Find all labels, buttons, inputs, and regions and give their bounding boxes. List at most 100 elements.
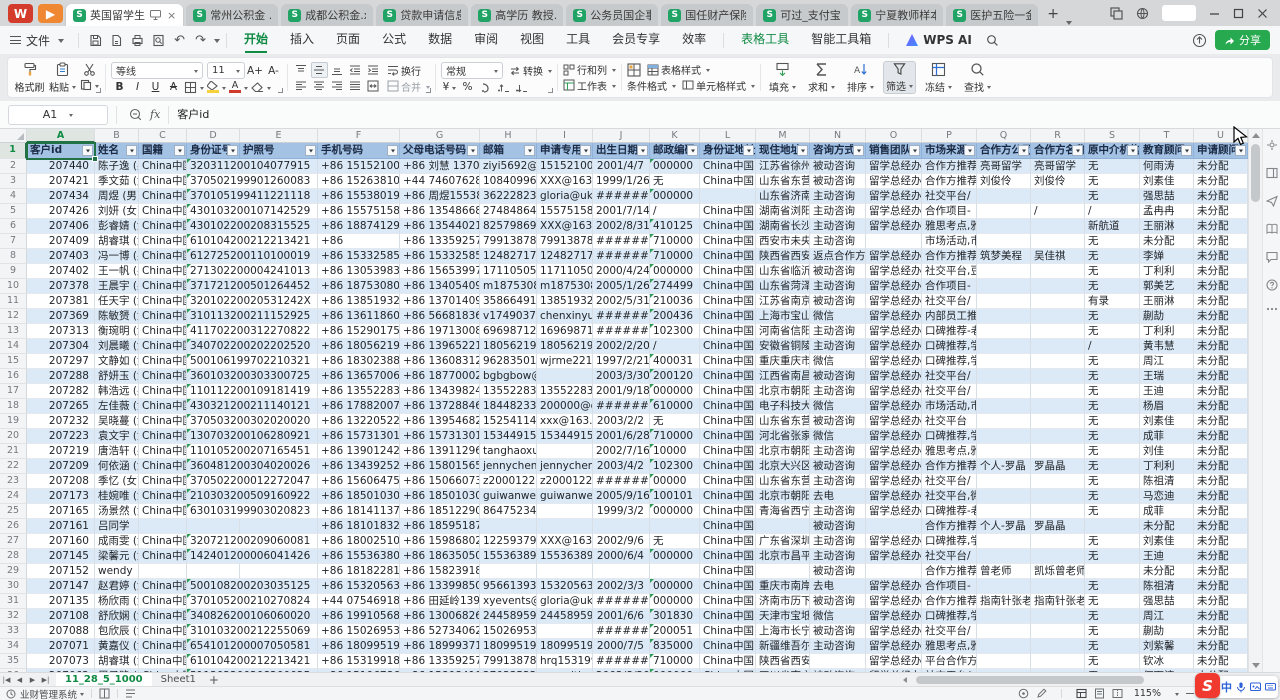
cell[interactable]: +86 13399850473 [400, 579, 480, 594]
cell[interactable]: China中国 [139, 309, 187, 324]
cell[interactable]: China中国 [139, 219, 187, 234]
cell[interactable]: China中国 [700, 594, 756, 609]
row-number[interactable]: 1 [0, 143, 27, 159]
cell[interactable]: 2001/6/28 [593, 429, 650, 444]
cell[interactable]: 陈子逸 (男 [95, 159, 139, 174]
cell[interactable]: China中国 [700, 279, 756, 294]
cell[interactable]: 未分配 [1194, 249, 1248, 264]
cell[interactable]: 无 [1085, 624, 1140, 639]
cell[interactable]: 无 [1085, 579, 1140, 594]
cell[interactable]: 留学总经办 [866, 414, 922, 429]
sidebar-chat-icon[interactable] [1266, 251, 1278, 263]
cell[interactable]: +86 13728846803 [400, 399, 480, 414]
header-cell[interactable]: 合作方名称 [1031, 143, 1085, 159]
cell[interactable]: +86 15066073863 [400, 474, 480, 489]
conditional-format-icon[interactable] [627, 63, 641, 77]
row-number[interactable]: 10 [0, 279, 27, 294]
cell[interactable] [1031, 654, 1085, 669]
cell[interactable]: 凯烁曾老师 [1031, 564, 1085, 579]
cell[interactable]: 王迪 [1140, 384, 1194, 399]
cell[interactable] [756, 564, 810, 579]
cell[interactable]: 无 [1085, 309, 1140, 324]
cell[interactable]: 留学总经办 [866, 639, 922, 654]
cell[interactable]: 汤景然 (女 [95, 504, 139, 519]
cell[interactable]: China中国 [700, 504, 756, 519]
outline-icon[interactable] [125, 688, 136, 699]
row-number[interactable]: 27 [0, 534, 27, 549]
cell[interactable]: 320311200104077915 [187, 159, 240, 174]
cell[interactable]: +86 15319918 [318, 654, 400, 669]
cell[interactable]: China中国 [139, 534, 187, 549]
cell[interactable]: 留学总经办 [866, 444, 922, 459]
font-expand-icon[interactable] [278, 88, 283, 93]
cell[interactable] [1085, 519, 1140, 534]
cell[interactable]: +86 13544021983 [400, 219, 480, 234]
cell[interactable]: 留学总经办 [866, 399, 922, 414]
row-number[interactable]: 23 [0, 474, 27, 489]
cell[interactable]: 黄嘉仪 (女 [95, 639, 139, 654]
cell[interactable]: 口碑推荐-老 [922, 324, 977, 339]
cell[interactable]: 郭美艺 [1140, 279, 1194, 294]
quick-access-caret-icon[interactable] [214, 39, 220, 46]
cell[interactable] [1031, 474, 1085, 489]
cell[interactable]: 340702200202202520 [187, 339, 240, 354]
justify-icon[interactable] [347, 78, 364, 94]
page-layout-view-icon[interactable] [1094, 688, 1105, 699]
cell[interactable]: 唐浩轩 (男 [95, 444, 139, 459]
cell[interactable]: 410125 [650, 219, 700, 234]
cell[interactable]: bgbgbow@ [480, 369, 537, 384]
cell[interactable]: China中国 [139, 159, 187, 174]
cell[interactable]: 无 [1085, 444, 1140, 459]
cell[interactable]: 蒯劼 [1140, 309, 1194, 324]
currency-button[interactable]: ¥ [441, 79, 458, 95]
cell[interactable] [977, 489, 1031, 504]
cell[interactable]: +86 56681836 [400, 309, 480, 324]
cell[interactable]: +86 13053983 [318, 264, 400, 279]
cell[interactable]: 留学总经办 [866, 204, 922, 219]
filter-dropdown-icon[interactable] [126, 145, 137, 156]
increase-font-button[interactable]: A+ [246, 63, 264, 79]
cell[interactable]: 未分配 [1194, 639, 1248, 654]
cell[interactable]: 个人-罗晶 [977, 519, 1031, 534]
cell[interactable]: 市场活动,市 [922, 234, 977, 249]
rows-columns-button[interactable]: 行和列 [563, 62, 616, 77]
cell[interactable]: 丁利利 [1140, 264, 1194, 279]
pen-mode-icon[interactable] [1036, 688, 1047, 699]
cell[interactable]: 留学总经办 [866, 489, 922, 504]
redo-icon[interactable]: ↷ [190, 30, 211, 50]
column-header-C[interactable]: C [139, 129, 187, 143]
cell[interactable]: 180995191 [537, 639, 593, 654]
cell[interactable]: 社交平台/ [922, 369, 977, 384]
row-number[interactable]: 35 [0, 654, 27, 669]
cell[interactable]: +86 18182281 [318, 564, 400, 579]
cell[interactable]: v17490376 [480, 309, 537, 324]
row-number[interactable]: 16 [0, 369, 27, 384]
sidebar-more-icon[interactable] [1266, 307, 1278, 311]
cell[interactable] [1031, 609, 1085, 624]
cell[interactable]: 社交平台/ [922, 384, 977, 399]
cell[interactable] [1031, 294, 1085, 309]
cell[interactable]: 留学总经办 [866, 384, 922, 399]
cell[interactable]: 雅思考点,雅 [922, 444, 977, 459]
cell[interactable]: 合作方推荐 [922, 249, 977, 264]
cell[interactable]: 无 [1085, 474, 1140, 489]
ribbon-action-button[interactable]: 求和 [805, 61, 838, 94]
column-header-J[interactable]: J [593, 129, 650, 143]
cell[interactable]: 留学总经办 [866, 354, 922, 369]
cell[interactable]: +86 13439824523 [400, 384, 480, 399]
cell[interactable]: 207421 [27, 174, 95, 189]
cell[interactable]: 被动咨询 [810, 624, 866, 639]
search-icon[interactable] [982, 30, 1003, 50]
cell[interactable]: 上海市长宁 [756, 624, 810, 639]
cell[interactable]: China中国 [139, 279, 187, 294]
cell[interactable] [977, 399, 1031, 414]
cell[interactable]: +86 18501030983 [400, 489, 480, 504]
cell[interactable] [1031, 534, 1085, 549]
cell[interactable]: 200120 [650, 369, 700, 384]
cell[interactable]: 无 [1085, 429, 1140, 444]
cell[interactable]: 未分配 [1194, 474, 1248, 489]
cell[interactable]: +86 18101832 [318, 519, 400, 534]
decrease-font-button[interactable]: A- [265, 63, 282, 79]
menu-tab-会员专享[interactable]: 会员专享 [601, 26, 671, 54]
cell[interactable]: 17110505 [480, 264, 537, 279]
